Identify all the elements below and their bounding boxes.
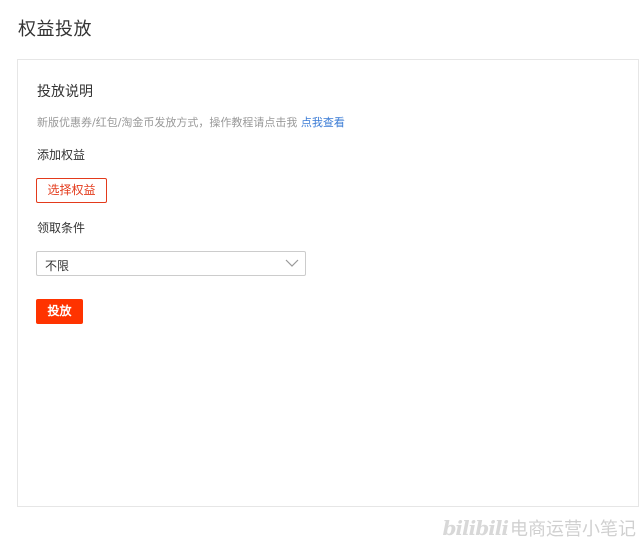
description-text: 新版优惠券/红包/淘金币发放方式，操作教程请点击我 点我查看 bbox=[37, 114, 345, 130]
description-body: 新版优惠券/红包/淘金币发放方式，操作教程请点击我 bbox=[37, 116, 301, 129]
rights-card: 投放说明 新版优惠券/红包/淘金币发放方式，操作教程请点击我 点我查看 添加权益… bbox=[17, 59, 639, 507]
page: 权益投放 投放说明 新版优惠券/红包/淘金币发放方式，操作教程请点击我 点我查看… bbox=[0, 0, 642, 545]
add-rights-label: 添加权益 bbox=[37, 148, 86, 162]
watermark: bilibili 电商运营小笔记 bbox=[442, 515, 636, 541]
condition-select[interactable]: 不限 bbox=[36, 251, 306, 276]
bilibili-logo: bilibili bbox=[442, 516, 509, 540]
chevron-down-icon bbox=[285, 259, 299, 267]
condition-label: 领取条件 bbox=[37, 221, 86, 235]
section-title: 投放说明 bbox=[37, 84, 93, 100]
page-title: 权益投放 bbox=[18, 19, 92, 40]
select-rights-button[interactable]: 选择权益 bbox=[36, 178, 107, 203]
watermark-text: 电商运营小笔记 bbox=[510, 519, 636, 540]
view-tutorial-link[interactable]: 点我查看 bbox=[301, 116, 345, 129]
condition-select-value: 不限 bbox=[45, 259, 70, 273]
submit-button[interactable]: 投放 bbox=[36, 299, 83, 324]
